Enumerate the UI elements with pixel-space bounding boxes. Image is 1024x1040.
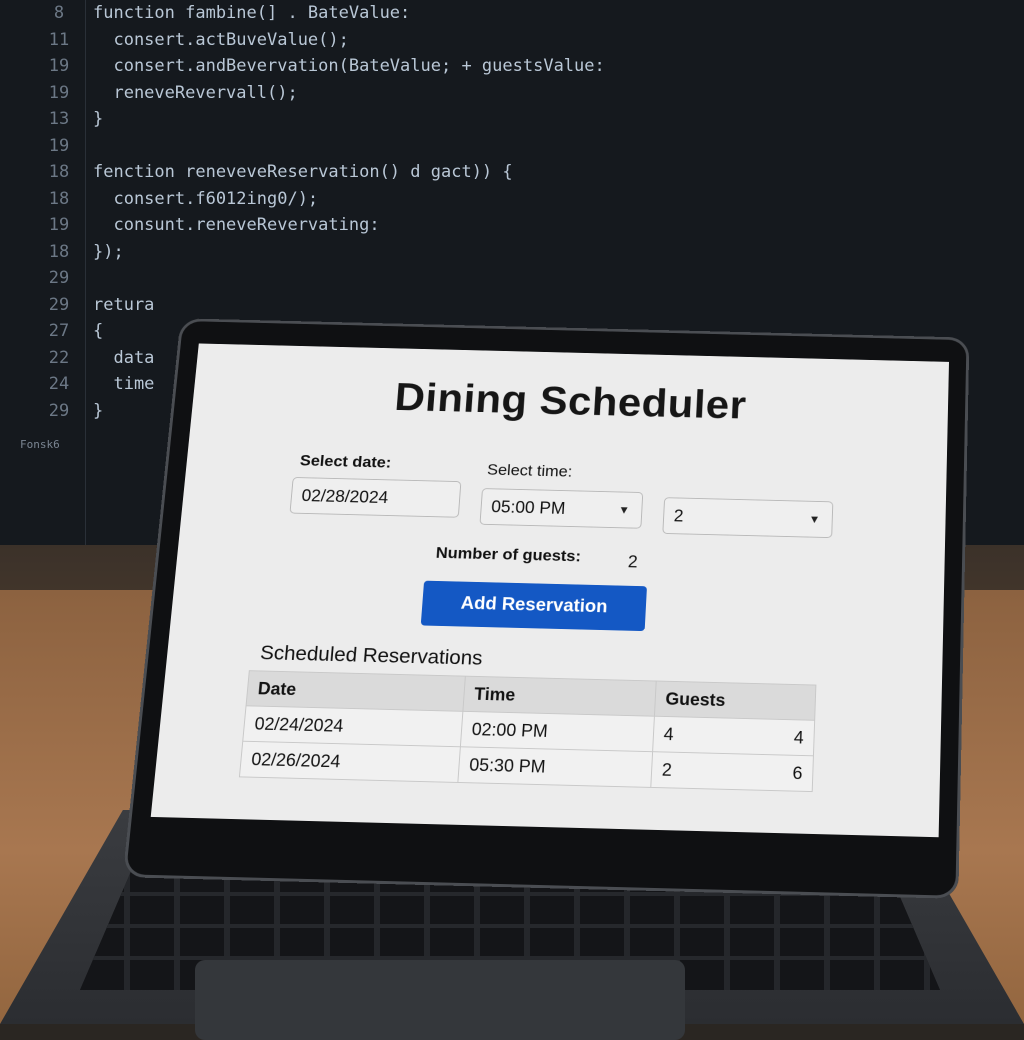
code-text: { bbox=[93, 321, 103, 341]
date-label: Select date: bbox=[299, 452, 392, 472]
time-select[interactable]: 05:00 PM ▼ bbox=[479, 488, 643, 529]
date-field[interactable]: 02/28/2024 bbox=[289, 477, 461, 518]
editor-status: Fonsk6 bbox=[20, 438, 60, 451]
line-number: 18 bbox=[25, 186, 93, 212]
line-number: 19 bbox=[25, 212, 93, 238]
touchpad bbox=[195, 960, 685, 1040]
code-text: consert.actBuveValue(); bbox=[93, 30, 349, 50]
line-number: 22 bbox=[25, 345, 93, 371]
guests-label: Number of guests: bbox=[435, 544, 581, 566]
code-line: 18}); bbox=[25, 239, 925, 265]
code-line: 8 function fambine(] . BateValue: bbox=[25, 0, 925, 26]
code-text: time bbox=[93, 374, 154, 394]
laptop-lid: Dining Scheduler Select date: 02/28/2024… bbox=[123, 318, 970, 899]
guests-select-value: 2 bbox=[673, 507, 684, 526]
date-value: 02/28/2024 bbox=[301, 486, 389, 506]
header-date: Date bbox=[246, 671, 465, 712]
code-text: }); bbox=[93, 242, 124, 262]
code-line: 18 fenction reneveveReservation() d gact)… bbox=[25, 159, 925, 185]
line-number: 29 bbox=[25, 265, 93, 291]
code-text: consunt.reneveRevervating: bbox=[93, 215, 380, 235]
page-title: Dining Scheduler bbox=[192, 370, 949, 433]
cell-guests-extra: 4 bbox=[793, 727, 804, 747]
header-guests: Guests bbox=[654, 681, 816, 720]
line-number: 19 bbox=[25, 53, 93, 79]
time-value: 05:00 PM bbox=[491, 497, 566, 517]
code-text: } bbox=[93, 401, 103, 421]
cell-time: 02:00 PM bbox=[460, 711, 654, 751]
code-text: reneveRevervall(); bbox=[93, 83, 298, 103]
line-number: 29 bbox=[25, 292, 93, 318]
code-line: 18 consert.f6012ing0/); bbox=[25, 186, 925, 212]
code-line: 19 reneveRevervall(); bbox=[25, 80, 925, 106]
header-time: Time bbox=[463, 676, 656, 716]
chevron-down-icon: ▼ bbox=[617, 492, 630, 527]
guests-select[interactable]: 2 ▼ bbox=[662, 497, 833, 538]
line-number: 24 bbox=[25, 371, 93, 397]
guests-value: 2 bbox=[627, 552, 638, 572]
cell-guests: 4 4 bbox=[652, 716, 814, 756]
code-line: 19 bbox=[25, 133, 925, 159]
cell-guests-value: 4 bbox=[663, 724, 674, 744]
code-line: 19 consert.andBevervation(BateValue; + g… bbox=[25, 53, 925, 79]
code-text: data bbox=[93, 348, 154, 368]
laptop-screen: Dining Scheduler Select date: 02/28/2024… bbox=[151, 343, 949, 837]
line-number: 13 bbox=[25, 106, 93, 132]
cell-guests-extra: 6 bbox=[792, 763, 803, 784]
code-line: 29 bbox=[25, 265, 925, 291]
code-line: 13} bbox=[25, 106, 925, 132]
code-line: 29 retura bbox=[25, 292, 925, 318]
code-text: retura bbox=[93, 295, 154, 315]
line-number: 27 bbox=[25, 318, 93, 344]
line-number: 19 bbox=[25, 133, 93, 159]
add-reservation-button[interactable]: Add Reservation bbox=[421, 581, 647, 631]
section-title: Scheduled Reservations bbox=[259, 642, 483, 670]
code-line: 11 consert.actBuveValue(); bbox=[25, 27, 925, 53]
line-number: 29 bbox=[25, 398, 93, 424]
reservations-table: Date Time Guests 02/24/2024 02:00 PM 4 4 bbox=[239, 670, 816, 792]
cell-guests-value: 2 bbox=[661, 760, 672, 781]
cell-date: 02/26/2024 bbox=[239, 741, 460, 782]
code-text: consert.f6012ing0/); bbox=[93, 189, 318, 209]
cell-guests: 2 6 bbox=[651, 752, 814, 792]
cell-time: 05:30 PM bbox=[458, 747, 653, 788]
line-number: 19 bbox=[25, 80, 93, 106]
code-text: fenction reneveveReservation() d gact)) … bbox=[93, 162, 513, 182]
code-text: consert.andBevervation(BateValue; + gues… bbox=[93, 56, 605, 76]
code-text: } bbox=[93, 109, 103, 129]
line-number: 18 bbox=[25, 239, 93, 265]
chevron-down-icon: ▼ bbox=[808, 502, 821, 537]
line-number: 18 bbox=[25, 159, 93, 185]
time-label: Select time: bbox=[487, 461, 573, 481]
code-line: 19 consunt.reneveRevervating: bbox=[25, 212, 925, 238]
line-number: 11 bbox=[25, 27, 93, 53]
code-text: function fambine(] . BateValue: bbox=[93, 3, 410, 23]
line-number: 8 bbox=[25, 0, 93, 26]
cell-date: 02/24/2024 bbox=[243, 706, 463, 747]
